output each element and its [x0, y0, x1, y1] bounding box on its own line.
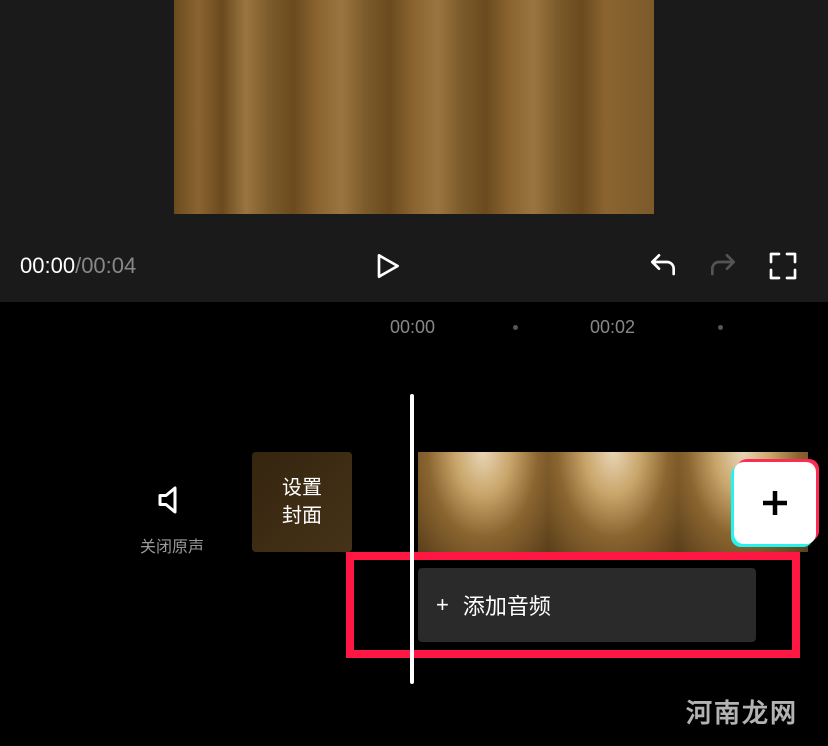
ruler-mark: 00:00 [390, 317, 435, 338]
video-preview-area [0, 0, 828, 230]
timeline-area: 关闭原声 设置封面 + 添加音频 河南龙网 [0, 352, 828, 746]
speaker-icon [154, 482, 190, 523]
clip-thumbnail [418, 452, 548, 552]
ruler-dot [718, 325, 723, 330]
ruler-dot [513, 325, 518, 330]
current-time: 00:00 [20, 253, 75, 278]
playback-controls: 00:00/00:04 [0, 230, 828, 302]
add-clip-button[interactable] [734, 462, 816, 544]
playhead[interactable] [410, 394, 414, 684]
mute-label: 关闭原声 [140, 533, 204, 557]
mute-original-sound[interactable]: 关闭原声 [140, 482, 204, 557]
video-preview[interactable] [174, 0, 654, 214]
plus-icon: + [436, 592, 449, 618]
add-audio-label: 添加音频 [463, 589, 551, 621]
add-audio-button[interactable]: + 添加音频 [418, 568, 756, 642]
ruler-mark: 00:02 [590, 317, 635, 338]
time-display: 00:00/00:04 [20, 253, 136, 279]
fullscreen-button[interactable] [758, 241, 808, 291]
play-button[interactable] [362, 241, 412, 291]
plus-icon [757, 485, 793, 521]
total-time: 00:04 [81, 253, 136, 278]
redo-button [698, 241, 748, 291]
cover-label: 设置封面 [282, 474, 322, 530]
clip-thumbnail [548, 452, 678, 552]
undo-button[interactable] [638, 241, 688, 291]
timeline-ruler[interactable]: 00:00 00:02 [0, 302, 828, 352]
watermark-text: 河南龙网 [686, 693, 798, 730]
set-cover-button[interactable]: 设置封面 [252, 452, 352, 552]
